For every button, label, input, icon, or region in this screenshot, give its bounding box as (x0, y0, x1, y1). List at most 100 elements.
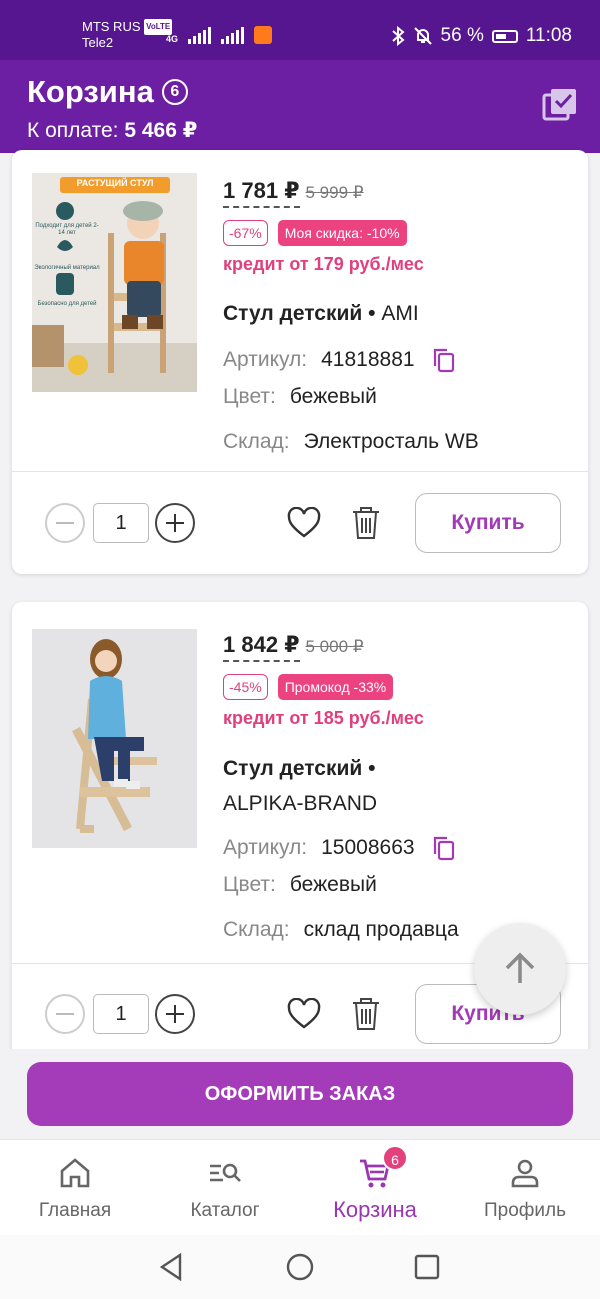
discount-badge: -67% (223, 220, 268, 246)
current-price[interactable]: 1 842 ₽ (223, 632, 300, 662)
old-price-currency: ₽ (352, 183, 364, 202)
page-title: Корзина 6 (27, 74, 188, 110)
nav-catalog[interactable]: Каталог (150, 1140, 300, 1236)
favorite-heart-icon[interactable] (287, 998, 321, 1030)
warehouse-label: Склад: (223, 430, 290, 453)
quantity-field[interactable]: 1 (93, 994, 149, 1034)
signal-icons: 4G (166, 26, 273, 44)
status-right: 56 % 11:08 (391, 25, 572, 47)
current-price[interactable]: 1 781 ₽ (223, 178, 300, 208)
product-image[interactable] (32, 629, 197, 848)
product-info: 1 781 ₽ 5 999 ₽ -67% Моя скидка: -10% кр… (223, 178, 568, 454)
image-label-eco: Экологичный материал (34, 265, 100, 271)
catalog-search-icon (210, 1163, 241, 1182)
copy-icon[interactable] (431, 835, 457, 861)
increase-quantity-button[interactable] (155, 994, 195, 1034)
product-photo-chair-child (32, 173, 197, 392)
article-value: 41818881 (321, 348, 415, 371)
old-price: 5 000 ₽ (306, 637, 364, 657)
price-value: 1 842 (223, 632, 279, 657)
buy-button[interactable]: Купить (415, 493, 561, 553)
color-label: Цвет: (223, 385, 276, 408)
carrier-secondary: Tele2 (82, 35, 114, 50)
price-currency: ₽ (284, 632, 300, 657)
cart-header: Корзина 6 К оплате: 5 466 ₽ (0, 60, 600, 153)
nav-profile[interactable]: Профиль (450, 1140, 600, 1236)
battery-icon (491, 29, 518, 43)
app-notification-icon (254, 26, 273, 44)
profile-icon (511, 1159, 539, 1188)
article-row: Артикул: 15008663 (223, 835, 568, 861)
image-label-safe: Безопасно для детей (37, 301, 97, 307)
bluetooth-icon (391, 26, 405, 46)
cart-item-1: РАСТУЩИЙ СТУЛ Подходит для детей 2-14 ле… (12, 150, 588, 574)
home-circle-icon[interactable] (285, 1252, 315, 1282)
increase-quantity-button[interactable] (155, 503, 195, 543)
image-banner: РАСТУЩИЙ СТУЛ (76, 178, 154, 188)
product-brand: ALPIKA-BRAND (223, 792, 378, 815)
color-row: Цвет: бежевый (223, 385, 568, 409)
battery-percent: 56 % (440, 25, 484, 46)
article-label: Артикул: (223, 836, 308, 859)
card-divider (12, 471, 588, 472)
old-price-value: 5 000 (305, 637, 349, 656)
checkout-button[interactable]: ОФОРМИТЬ ЗАКАЗ (27, 1062, 573, 1126)
product-brand: AMI (381, 302, 419, 325)
product-name[interactable]: Стул детский • AMI (223, 297, 568, 331)
product-info: 1 842 ₽ 5 000 ₽ -45% Промокод -33% креди… (223, 632, 568, 942)
copy-icon[interactable] (431, 347, 457, 373)
page-title-text: Корзина (27, 74, 154, 109)
product-title: Стул детский • (223, 302, 376, 325)
badges: -45% Промокод -33% (223, 674, 568, 700)
color-value: бежевый (289, 385, 377, 408)
credit-offer[interactable]: кредит от 179 руб./мес (223, 254, 568, 275)
signal-icon (188, 27, 212, 44)
old-price-value: 5 999 (305, 183, 349, 202)
product-image[interactable]: РАСТУЩИЙ СТУЛ Подходит для детей 2-14 ле… (32, 173, 197, 392)
article-label: Артикул: (223, 348, 308, 371)
credit-offer[interactable]: кредит от 185 руб./мес (223, 708, 568, 729)
favorite-heart-icon[interactable] (287, 507, 321, 539)
warehouse-value: Электросталь WB (303, 430, 479, 453)
recent-apps-square-icon[interactable] (413, 1253, 441, 1281)
signal-2-icon (221, 27, 245, 44)
payment-label: К оплате: (27, 119, 119, 142)
decrease-quantity-button[interactable] (45, 994, 85, 1034)
carrier-info: MTS RUS VoLTE Tele2 (82, 19, 173, 51)
cart-count-badge: 6 (161, 79, 188, 105)
quantity-field[interactable]: 1 (93, 503, 149, 543)
delete-trash-icon[interactable] (350, 505, 382, 541)
system-navigation-bar (0, 1235, 600, 1299)
nav-home[interactable]: Главная (0, 1140, 150, 1236)
article-row: Артикул: 41818881 (223, 347, 568, 373)
warehouse-value: склад продавца (303, 918, 459, 941)
article-value: 15008663 (321, 836, 415, 859)
nav-cart[interactable]: 6 Корзина (300, 1140, 450, 1236)
back-triangle-icon[interactable] (158, 1252, 186, 1282)
payment-amount: 5 466 ₽ (124, 119, 198, 142)
color-label: Цвет: (223, 873, 276, 896)
product-name[interactable]: Стул детский • ALPIKA-BRAND (223, 751, 568, 821)
delete-trash-icon[interactable] (350, 996, 382, 1032)
mute-bell-icon (413, 27, 432, 45)
color-value: бежевый (289, 873, 377, 896)
price-row: 1 781 ₽ 5 999 ₽ (223, 178, 568, 208)
nav-cart-label: Корзина (333, 1197, 417, 1222)
old-price: 5 999 ₽ (306, 183, 364, 203)
item-controls: 1 Купить (12, 493, 588, 553)
warehouse-row: Склад: Электросталь WB (223, 430, 568, 454)
home-icon (60, 1158, 90, 1188)
select-all-icon[interactable] (542, 87, 578, 123)
bottom-navigation: Главная Каталог 6 Корзина Профиль (0, 1139, 600, 1235)
clock: 11:08 (525, 25, 572, 46)
carrier-primary: MTS RUS (82, 19, 141, 34)
arrow-up-icon (505, 952, 535, 983)
scroll-to-top-button[interactable] (474, 923, 566, 1015)
price-currency: ₽ (284, 178, 300, 203)
status-bar: MTS RUS VoLTE Tele2 4G 56 % 11:08 (0, 0, 600, 60)
decrease-quantity-button[interactable] (45, 503, 85, 543)
cart-badge: 6 (382, 1145, 408, 1171)
network-type: 4G (166, 34, 179, 44)
promo-badge: Промокод -33% (277, 674, 394, 700)
warehouse-label: Склад: (223, 918, 290, 941)
